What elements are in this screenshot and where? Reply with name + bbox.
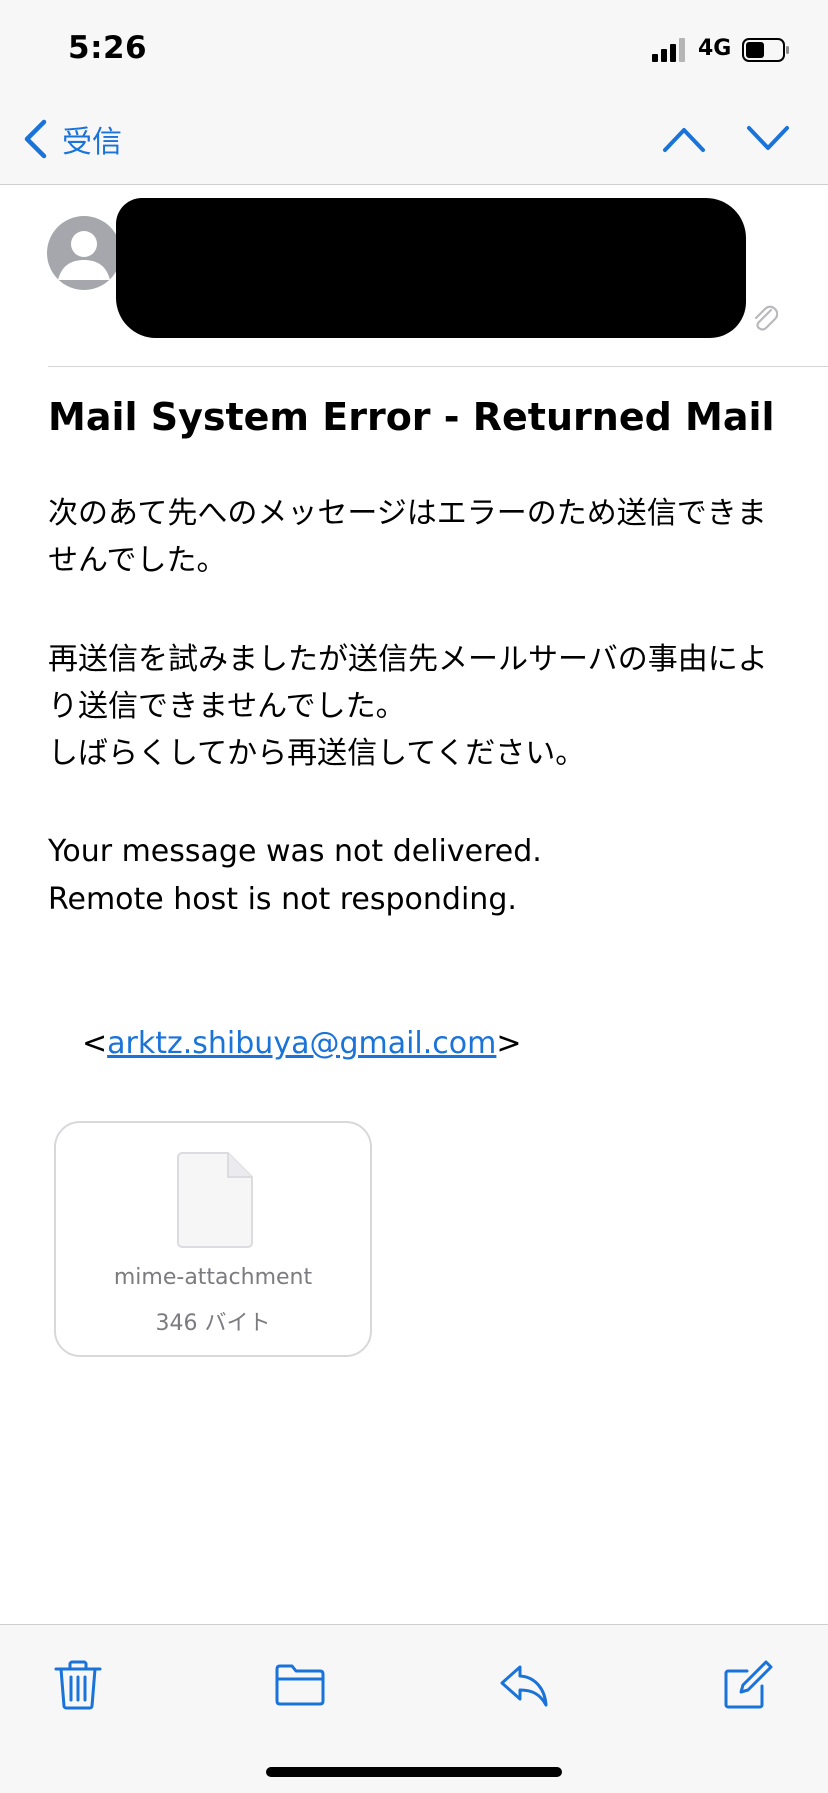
folder-icon[interactable] <box>274 1659 326 1711</box>
body-text: Remote host is not responding. <box>48 882 517 917</box>
body-text: 再送信を試みましたが送信先メールサーバの事由により送信できませんでした。 <box>48 642 768 724</box>
chevron-up-icon[interactable] <box>662 124 706 154</box>
signal-icon <box>652 38 685 62</box>
body-paragraph-en: Your message was not delivered. Remote h… <box>48 828 788 924</box>
body-text: 次のあて先へのメッセージはエラーのため送信できませんでした。 <box>48 496 767 578</box>
angle-close: > <box>496 1026 522 1061</box>
message-subject: Mail System Error - Returned Mail <box>48 395 775 439</box>
recipient-email-line: <arktz.shibuya@gmail.com> <box>82 1020 522 1068</box>
battery-icon <box>742 38 789 62</box>
trash-icon[interactable] <box>52 1659 104 1711</box>
angle-open: < <box>82 1026 108 1061</box>
nav-bar: 受信 <box>0 96 828 185</box>
avatar[interactable] <box>47 216 121 290</box>
body-paragraph-jp-1: 次のあて先へのメッセージはエラーのため送信できませんでした。 <box>48 490 788 584</box>
redacted-sender <box>116 198 746 338</box>
body-paragraph-jp-2: 再送信を試みましたが送信先メールサーバの事由により送信できませんでした。 しばら… <box>48 636 788 777</box>
bottom-toolbar <box>0 1624 828 1793</box>
chevron-down-icon[interactable] <box>746 124 790 154</box>
email-link[interactable]: arktz.shibuya@gmail.com <box>107 1026 496 1061</box>
status-bar: 5:26 4G <box>0 0 828 96</box>
attachment-size: 346 バイト <box>155 1311 271 1336</box>
back-button[interactable]: 受信 <box>22 116 122 162</box>
status-time: 5:26 <box>68 30 148 66</box>
body-text: しばらくしてから再送信してください。 <box>48 736 586 771</box>
person-icon <box>58 231 110 280</box>
back-label: 受信 <box>62 125 122 160</box>
paperclip-icon <box>754 305 778 331</box>
compose-icon[interactable] <box>722 1659 774 1711</box>
reply-icon[interactable] <box>498 1659 550 1711</box>
network-type: 4G <box>698 36 732 61</box>
attachment-name: mime-attachment <box>113 1265 313 1290</box>
sender-header <box>0 184 828 366</box>
header-divider <box>48 366 828 367</box>
home-indicator[interactable] <box>266 1767 562 1777</box>
body-text: Your message was not delivered. <box>48 834 542 869</box>
file-icon <box>177 1152 253 1248</box>
chevron-left-icon <box>24 119 47 159</box>
attachment-card[interactable]: mime-attachment 346 バイト <box>54 1121 372 1357</box>
